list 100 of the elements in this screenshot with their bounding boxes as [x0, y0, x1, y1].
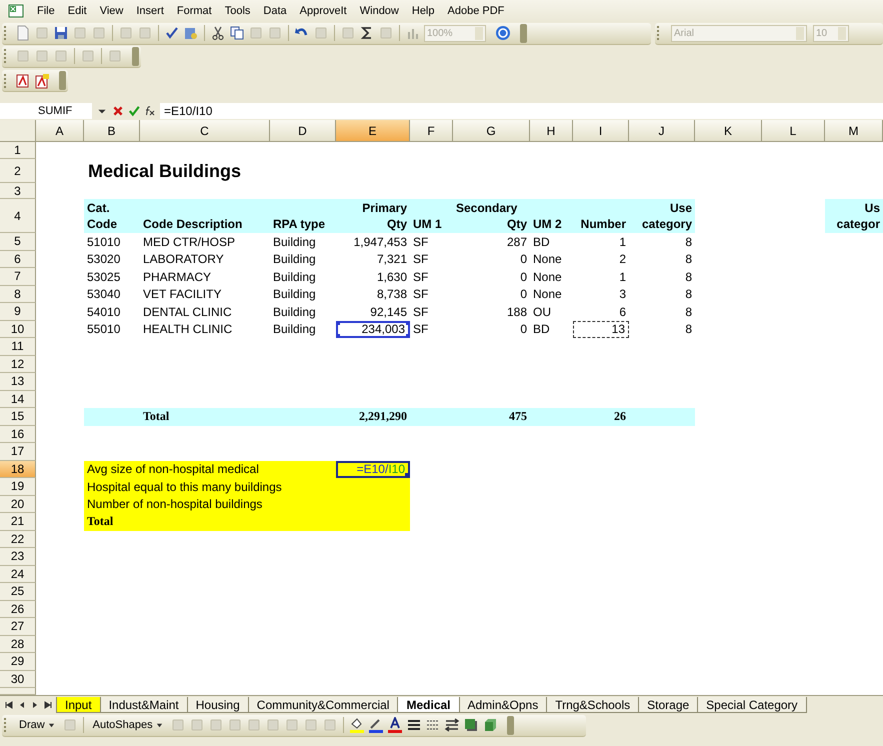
autoshapes-menu-button[interactable]: AutoShapes [88, 719, 167, 731]
row-header[interactable]: 14 [0, 390, 36, 408]
menu-item[interactable]: Format [176, 5, 212, 17]
row-header[interactable]: 15 [0, 408, 36, 426]
row-header[interactable]: 2 [0, 159, 36, 183]
row-header[interactable]: 17 [0, 443, 36, 460]
greyed-tool-icon[interactable] [137, 25, 153, 41]
sheet-tab[interactable]: Community&Commercial [248, 697, 398, 713]
row-header[interactable]: 22 [0, 530, 36, 548]
column-header[interactable]: K [695, 120, 762, 142]
sheet-tab[interactable]: Housing [186, 697, 249, 713]
row-header[interactable]: 19 [0, 478, 36, 496]
pdf-icon[interactable] [15, 72, 31, 88]
sheet-tab[interactable]: Admin&Opns [458, 697, 548, 713]
row-header[interactable]: 23 [0, 548, 36, 566]
row-header[interactable]: 25 [0, 583, 36, 600]
new-document-icon[interactable] [15, 25, 31, 41]
greyed-tool-icon[interactable] [34, 48, 50, 64]
greyed-tool-icon[interactable] [107, 48, 123, 64]
save-icon[interactable] [53, 25, 69, 41]
font-color-icon[interactable] [386, 717, 403, 733]
sheet-tab[interactable]: Storage [638, 697, 698, 713]
draw-menu-button[interactable]: Draw [15, 719, 59, 731]
last-sheet-icon[interactable] [43, 700, 53, 710]
row-header[interactable]: 28 [0, 636, 36, 653]
greyed-tool-icon[interactable] [53, 48, 69, 64]
fill-color-icon[interactable] [348, 717, 365, 733]
menu-item[interactable]: Tools [224, 5, 250, 17]
first-sheet-icon[interactable] [4, 700, 14, 710]
row-header[interactable]: 20 [0, 496, 36, 513]
formula-field[interactable]: =E10/I10 [160, 103, 883, 119]
sheet-tab[interactable]: Medical [397, 697, 460, 713]
row-header[interactable]: 13 [0, 373, 36, 390]
row-header[interactable]: 18 [0, 460, 36, 478]
menu-item[interactable]: Insert [136, 5, 164, 17]
sheet-tab[interactable]: Indust&Maint [100, 697, 188, 713]
sheet-tab[interactable]: Trng&Schools [546, 697, 640, 713]
row-header[interactable]: 11 [0, 338, 36, 356]
row-header[interactable]: 21 [0, 513, 36, 530]
row-header[interactable]: 4 [0, 199, 36, 233]
row-header[interactable]: 24 [0, 566, 36, 583]
row-header[interactable] [0, 688, 36, 695]
toolbar-options-button[interactable] [59, 71, 66, 90]
column-header[interactable]: I [573, 120, 629, 142]
greyed-tool-icon[interactable] [91, 25, 107, 41]
row-header[interactable]: 10 [0, 320, 36, 338]
column-header[interactable]: H [530, 120, 573, 142]
menu-item[interactable]: File [37, 5, 55, 17]
greyed-tool-icon[interactable] [284, 717, 300, 733]
row-header[interactable]: 29 [0, 653, 36, 670]
row-header[interactable]: 8 [0, 286, 36, 303]
row-header[interactable]: 7 [0, 268, 36, 286]
shadow-icon[interactable] [462, 717, 479, 733]
row-header[interactable]: 27 [0, 618, 36, 636]
function-icon[interactable] [144, 105, 156, 117]
toolbar-options-button[interactable] [506, 716, 514, 734]
active-cell[interactable]: =E10/I10 [336, 460, 410, 478]
column-header[interactable]: G [453, 120, 530, 142]
row-header[interactable]: 26 [0, 600, 36, 618]
column-header[interactable]: D [270, 120, 336, 142]
copy-icon[interactable] [229, 25, 245, 41]
sheet-tab[interactable]: Special Category [697, 697, 807, 713]
menu-item[interactable]: Edit [68, 5, 87, 17]
arrow-style-icon[interactable] [444, 717, 460, 733]
menu-item[interactable]: Help [412, 5, 434, 17]
column-header[interactable]: B [84, 120, 140, 142]
confirm-check-icon[interactable] [128, 105, 140, 117]
column-header[interactable]: A [36, 120, 84, 142]
menu-item[interactable]: View [100, 5, 124, 17]
row-header[interactable]: 5 [0, 233, 36, 250]
column-header[interactable]: E [336, 120, 410, 142]
line-color-icon[interactable] [368, 717, 384, 733]
row-header[interactable]: 6 [0, 250, 36, 268]
greyed-tool-icon[interactable] [322, 717, 338, 733]
greyed-tool-icon[interactable] [170, 717, 186, 733]
greyed-tool-icon[interactable] [15, 48, 31, 64]
greyed-tool-icon[interactable] [302, 717, 319, 733]
spelling-check-icon[interactable] [164, 25, 180, 41]
column-header[interactable]: L [762, 120, 825, 142]
column-header[interactable]: C [140, 120, 270, 142]
menu-item[interactable]: Adobe PDF [448, 5, 504, 17]
greyed-tool-icon[interactable] [264, 717, 281, 733]
pdf-icon[interactable] [34, 72, 50, 88]
column-header[interactable]: F [410, 120, 453, 142]
row-header[interactable]: 12 [0, 356, 36, 373]
greyed-tool-icon[interactable] [226, 717, 243, 733]
menu-item[interactable]: Window [360, 5, 399, 17]
help-icon[interactable] [495, 25, 511, 41]
column-header[interactable]: M [825, 120, 883, 142]
cut-icon[interactable] [210, 25, 226, 41]
name-box[interactable]: SUMIF [0, 103, 92, 119]
row-header[interactable]: 3 [0, 183, 36, 199]
toolbar-options-button[interactable] [520, 24, 527, 42]
line-style-icon[interactable] [406, 717, 422, 733]
row-header[interactable]: 1 [0, 142, 36, 159]
select-all-button[interactable] [0, 120, 36, 142]
row-header[interactable]: 30 [0, 670, 36, 688]
greyed-tool-icon[interactable] [80, 48, 96, 64]
greyed-tool-icon[interactable] [267, 25, 283, 41]
menu-item[interactable]: Data [263, 5, 287, 17]
